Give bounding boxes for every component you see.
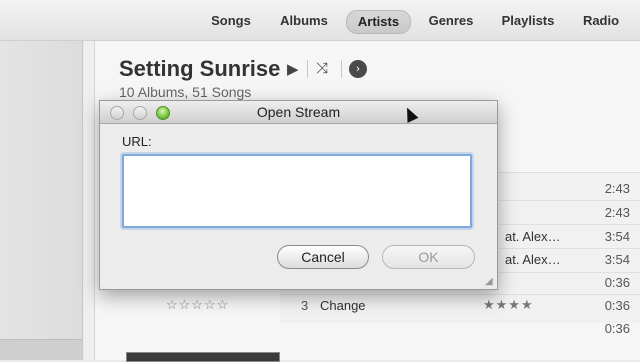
cancel-button[interactable]: Cancel — [277, 245, 369, 269]
track-duration: 0:36 — [604, 321, 630, 336]
toolbar-separator — [307, 60, 308, 78]
tab-songs[interactable]: Songs — [203, 10, 259, 32]
artist-subtitle: 10 Albums, 51 Songs — [119, 84, 252, 100]
top-nav: Songs Albums Artists Genres Playlists Ra… — [0, 0, 640, 41]
track-duration: 2:43 — [604, 181, 630, 196]
url-input[interactable] — [122, 154, 472, 228]
track-duration: 2:43 — [604, 205, 630, 220]
url-label: URL: — [122, 134, 152, 149]
album-rating[interactable]: ☆☆☆☆☆ — [166, 297, 229, 313]
sidebar-divider[interactable] — [84, 41, 95, 360]
track-duration: 0:36 — [604, 275, 630, 290]
track-duration: 0:36 — [604, 298, 630, 313]
tab-playlists[interactable]: Playlists — [495, 10, 561, 32]
tab-genres[interactable]: Genres — [422, 10, 480, 32]
zoom-window-button[interactable] — [156, 106, 170, 120]
row-divider — [280, 294, 640, 295]
tab-albums[interactable]: Albums — [274, 10, 334, 32]
track-duration: 3:54 — [604, 229, 630, 244]
artist-title: Setting Sunrise — [119, 56, 281, 81]
track-duration: 3:54 — [604, 252, 630, 267]
close-window-button[interactable] — [110, 106, 124, 120]
open-stream-dialog: Open Stream URL: Cancel OK ◢ — [99, 100, 498, 290]
track-artist: at. Alex… — [505, 229, 561, 244]
sidebar — [0, 41, 83, 360]
track-artist: at. Alex… — [505, 252, 561, 267]
sidebar-bottom-bar — [0, 339, 82, 360]
album-artwork[interactable] — [126, 352, 280, 362]
ok-button[interactable]: OK — [382, 245, 475, 269]
shuffle-icon[interactable]: ⤨ — [316, 60, 328, 78]
minimize-window-button[interactable] — [133, 106, 147, 120]
resize-grip-icon[interactable]: ◢ — [485, 277, 495, 287]
tab-artists[interactable]: Artists — [346, 10, 411, 34]
toolbar-separator — [341, 60, 342, 78]
track-name[interactable]: Change — [320, 298, 366, 313]
play-icon[interactable]: ▶ — [287, 60, 299, 78]
more-options-icon[interactable]: › — [349, 60, 367, 78]
tab-radio[interactable]: Radio — [578, 10, 624, 32]
track-number: 3 — [301, 298, 309, 313]
dialog-titlebar[interactable]: Open Stream — [100, 101, 497, 124]
track-rating[interactable]: ★★★★ — [483, 297, 534, 313]
